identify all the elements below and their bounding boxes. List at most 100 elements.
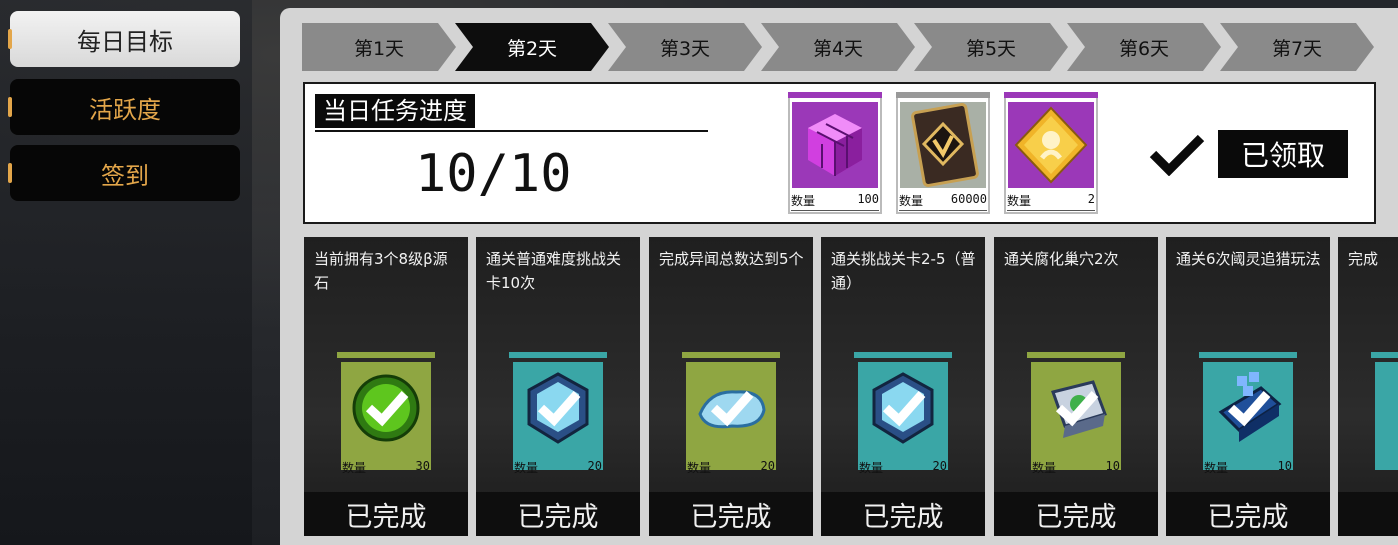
tab-day-6[interactable]: 第6天 bbox=[1067, 23, 1221, 71]
qty-label: 数量 bbox=[1032, 461, 1057, 475]
task-title: 通关普通难度挑战关卡10次 bbox=[486, 250, 622, 292]
day-tabs: 第1天 第2天 第3天 第4天 第5天 第6天 第7天 bbox=[302, 23, 1398, 71]
claimed-badge: 已领取 bbox=[1218, 130, 1348, 178]
marker-icon bbox=[8, 97, 12, 117]
tab-label: 第6天 bbox=[1118, 37, 1170, 60]
task-reward-quantity: 数量 10 bbox=[1204, 459, 1292, 476]
marker-icon bbox=[8, 163, 12, 183]
qty-label: 数量 bbox=[859, 461, 884, 475]
rarity-bar bbox=[896, 92, 990, 98]
reward-quantity: 数量 60000 bbox=[899, 192, 987, 211]
task-reward-quantity: 数量 20 bbox=[859, 459, 947, 476]
task-card[interactable]: 通关6次阈灵追猎玩法 数量 10 已完成 bbox=[1166, 237, 1330, 536]
qty-value: 20 bbox=[587, 459, 602, 473]
tab-day-4[interactable]: 第4天 bbox=[761, 23, 915, 71]
check-icon bbox=[1149, 134, 1205, 176]
tab-label: 第7天 bbox=[1271, 37, 1323, 60]
rarity-bar bbox=[1027, 352, 1125, 358]
reward-item[interactable]: 数量 60000 bbox=[896, 92, 990, 214]
sidebar-item-label: 每日目标 bbox=[77, 27, 173, 56]
ice-shard-icon bbox=[686, 362, 776, 470]
tab-day-3[interactable]: 第3天 bbox=[608, 23, 762, 71]
green-orb-icon bbox=[341, 362, 431, 470]
task-title: 通关挑战关卡2-5（普通） bbox=[831, 250, 976, 292]
blue-crystal-icon bbox=[858, 362, 948, 470]
sidebar-item-signin[interactable]: 签到 bbox=[8, 145, 240, 201]
tab-label: 第4天 bbox=[812, 37, 864, 60]
tab-day-5[interactable]: 第5天 bbox=[914, 23, 1068, 71]
qty-label: 数量 bbox=[1007, 194, 1032, 208]
reward-quantity: 数量 2 bbox=[1007, 192, 1095, 211]
task-card[interactable]: 通关腐化巢穴2次 数量 10 已完成 bbox=[994, 237, 1158, 536]
rarity-bar bbox=[1004, 92, 1098, 98]
task-title: 完成异闻总数达到5个 bbox=[659, 250, 804, 268]
qty-value: 30 bbox=[415, 459, 430, 473]
task-title: 完成 bbox=[1348, 250, 1379, 268]
coin-card-icon bbox=[900, 102, 986, 188]
task-reward-quantity: 数量 20 bbox=[514, 459, 602, 476]
qty-label: 数量 bbox=[1204, 461, 1229, 475]
gold-card-icon bbox=[1008, 102, 1094, 188]
task-title: 通关腐化巢穴2次 bbox=[1004, 250, 1119, 268]
task-reward-quantity: 数量 10 bbox=[1032, 459, 1120, 476]
rarity-bar bbox=[1199, 352, 1297, 358]
task-status: 已完成 bbox=[994, 492, 1158, 536]
task-card[interactable]: 通关挑战关卡2-5（普通） 数量 20 已完成 bbox=[821, 237, 985, 536]
rarity-bar bbox=[854, 352, 952, 358]
task-status: 已完成 bbox=[821, 492, 985, 536]
qty-label: 数量 bbox=[342, 461, 367, 475]
reward-item[interactable]: 数量 2 bbox=[1004, 92, 1098, 214]
sidebar-item-daily-goals[interactable]: 每日目标 bbox=[8, 11, 240, 67]
task-title: 当前拥有3个8级β源石 bbox=[314, 250, 448, 292]
task-status: 已完成 bbox=[476, 492, 640, 536]
tab-day-1[interactable]: 第1天 bbox=[302, 23, 456, 71]
tab-day-7[interactable]: 第7天 bbox=[1220, 23, 1374, 71]
task-card[interactable]: 通关普通难度挑战关卡10次 数量 20 已完成 bbox=[476, 237, 640, 536]
reward-tile bbox=[1375, 362, 1398, 470]
tab-label: 第2天 bbox=[506, 37, 558, 60]
qty-value: 100 bbox=[857, 192, 879, 206]
tab-label: 第5天 bbox=[965, 37, 1017, 60]
rarity-bar bbox=[682, 352, 780, 358]
task-reward-quantity: 数量 30 bbox=[342, 459, 430, 476]
qty-value: 10 bbox=[1105, 459, 1120, 473]
qty-label: 数量 bbox=[899, 194, 924, 208]
task-card[interactable]: 完成异闻总数达到5个 数量 20 已完成 bbox=[649, 237, 813, 536]
task-status: 已完成 bbox=[649, 492, 813, 536]
circuit-icon bbox=[1203, 362, 1293, 470]
task-card[interactable]: 完成 bbox=[1338, 237, 1398, 536]
reward-item[interactable]: 数量 100 bbox=[788, 92, 882, 214]
task-status bbox=[1338, 492, 1398, 536]
rarity-bar bbox=[509, 352, 607, 358]
task-title: 通关6次阈灵追猎玩法 bbox=[1176, 250, 1321, 268]
sidebar: 每日目标 活跃度 签到 bbox=[0, 0, 252, 545]
sidebar-item-label: 签到 bbox=[101, 161, 149, 190]
task-status: 已完成 bbox=[1166, 492, 1330, 536]
reward-quantity: 数量 100 bbox=[791, 192, 879, 211]
tab-day-2[interactable]: 第2天 bbox=[455, 23, 609, 71]
qty-value: 2 bbox=[1087, 192, 1095, 206]
qty-label: 数量 bbox=[514, 461, 539, 475]
rarity-bar bbox=[337, 352, 435, 358]
tab-label: 第3天 bbox=[659, 37, 711, 60]
daily-progress-box: 当日任务进度 10/10 数量 100 数量 60000 数量 2 已领取 bbox=[303, 82, 1376, 224]
progress-title: 当日任务进度 bbox=[315, 94, 475, 128]
qty-value: 10 bbox=[1277, 459, 1292, 473]
qty-value: 20 bbox=[760, 459, 775, 473]
task-reward-quantity: 数量 20 bbox=[687, 459, 775, 476]
chip-icon bbox=[1031, 362, 1121, 470]
rarity-bar bbox=[1371, 352, 1398, 358]
rarity-bar bbox=[788, 92, 882, 98]
qty-value: 60000 bbox=[950, 192, 987, 206]
sidebar-item-activity[interactable]: 活跃度 bbox=[8, 79, 240, 135]
tab-label: 第1天 bbox=[353, 37, 405, 60]
task-status: 已完成 bbox=[304, 492, 468, 536]
qty-value: 20 bbox=[932, 459, 947, 473]
marker-icon bbox=[8, 29, 12, 49]
sidebar-item-label: 活跃度 bbox=[89, 95, 161, 124]
purple-cube-icon bbox=[792, 102, 878, 188]
progress-value: 10/10 bbox=[415, 144, 572, 204]
task-card[interactable]: 当前拥有3个8级β源石 数量 30 已完成 bbox=[304, 237, 468, 536]
qty-label: 数量 bbox=[687, 461, 712, 475]
divider bbox=[315, 130, 708, 132]
